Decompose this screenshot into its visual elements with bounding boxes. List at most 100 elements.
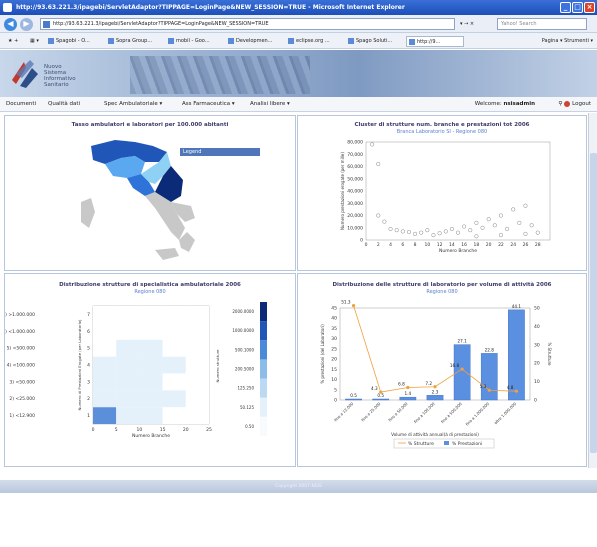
heatmap-cell	[162, 306, 186, 323]
combo-title: Distribuzione delle strutture di laborat…	[332, 282, 552, 288]
bar-value-label: 0.5	[377, 393, 384, 398]
bar-value-label: 1.4	[405, 391, 412, 396]
address-text: http://93.63.221.3/ipagebi/ServletAdapto…	[53, 21, 269, 27]
menu-spec-ambulatoriale[interactable]: Spec Ambulatoriale ▾	[104, 97, 162, 112]
tab-label: eclipse.org ...	[296, 38, 330, 44]
x-tick-label: 22	[498, 242, 504, 248]
menu-qualita-dati[interactable]: Qualità dati	[48, 97, 80, 112]
y-tick-label: 10	[331, 377, 337, 383]
heatmap-cell	[139, 356, 163, 374]
search-input[interactable]: Yahoo! Search	[497, 18, 587, 30]
tab-list-icon[interactable]: ▦ ▾	[26, 36, 42, 47]
logout-button[interactable]: ⚲ Logout	[558, 97, 591, 112]
browser-tab[interactable]: Spagobi - O...	[46, 36, 104, 47]
refresh-stop-buttons[interactable]: ▾ → ×	[460, 18, 494, 30]
heatmap-title: Distribuzione strutture di specialistica…	[59, 282, 241, 288]
favorites-star-icon[interactable]: ★ +	[4, 36, 21, 47]
heatmap-cell	[139, 322, 163, 340]
scatter-title: Cluster di strutture num. branche e pres…	[354, 122, 530, 128]
maximize-icon[interactable]: □	[572, 2, 583, 13]
y-tick-label: 1	[87, 413, 90, 419]
x-tick-label: 5	[115, 427, 118, 433]
heatmap-cell	[93, 322, 117, 340]
y-tick-label: 4	[87, 363, 90, 369]
browser-tab[interactable]: mobil - Goo...	[166, 36, 224, 47]
line-point	[406, 385, 410, 390]
browser-tab[interactable]: eclipse.org ...	[286, 36, 344, 47]
x-category-label: fino a 500.000	[440, 401, 463, 424]
line-value-label: 6.8	[398, 381, 405, 386]
minimize-icon[interactable]: _	[560, 2, 571, 13]
bar-value-label: 2.3	[432, 389, 439, 394]
heatmap-cell	[116, 373, 140, 391]
x-tick-label: 4	[389, 242, 392, 248]
x-tick-label: 8	[414, 242, 417, 248]
heatmap-cell	[162, 407, 186, 424]
heatmap-cell	[116, 407, 140, 424]
welcome-text: Welcome: nsisadmin	[475, 97, 535, 112]
x-tick-label: 2	[377, 242, 380, 248]
bar-prestazioni	[399, 396, 417, 401]
tab-label: mobil - Goo...	[176, 38, 210, 44]
nsis-logo-icon	[12, 60, 38, 88]
heatmap-cell	[116, 390, 140, 408]
forward-icon[interactable]: ▶	[20, 18, 33, 31]
y2-axis-label: % Strutture	[547, 342, 552, 366]
line-value-label: 4.3	[371, 386, 378, 391]
heatmap-cell	[93, 356, 117, 374]
footer-text: Copyright 2007 NSIS	[275, 484, 322, 489]
y-tick-label: 0	[334, 398, 337, 404]
y2-tick-label: 40	[534, 324, 540, 330]
heatmap-cell	[93, 306, 117, 323]
menu-ass-farmaceutica[interactable]: Ass Farmaceutica ▾	[182, 97, 235, 112]
tab-label: Spago Soluti...	[356, 38, 393, 44]
address-input[interactable]: http://93.63.221.3/ipagebi/ServletAdapto…	[40, 18, 455, 30]
combo-chart: 0 5 10 15 20 25 30 35 40 45 0 10 20 30 40 50 0.5 0.5 1.4 2.…	[320, 300, 552, 449]
back-icon[interactable]: ◀	[4, 18, 17, 31]
legend-prestazioni-label: % Prestazioni	[452, 441, 482, 447]
tab-label: http://9...	[417, 39, 441, 45]
region-sardegna[interactable]	[81, 198, 95, 228]
tab-favicon	[288, 38, 294, 44]
heatmap-cell	[139, 407, 163, 424]
menu-analisi-libere[interactable]: Analisi libere ▾	[250, 97, 290, 112]
browser-tab[interactable]: Spago Soluti...	[346, 36, 404, 47]
scrollbar-thumb[interactable]	[590, 153, 597, 453]
y-tick-label: 0	[360, 238, 363, 244]
y-tick-label: 20	[331, 357, 337, 363]
heatmap-cell	[185, 339, 209, 357]
y-axis-label: Numero prestazioni erogate (per mille)	[340, 152, 345, 230]
brand-line: Sanitario	[44, 82, 69, 88]
tab-favicon	[168, 38, 174, 44]
username: nsisadmin	[503, 101, 535, 107]
legend-swatch	[260, 302, 267, 322]
y-category-label: 1) <12.900	[9, 413, 35, 419]
menu-documenti[interactable]: Documenti	[6, 97, 36, 112]
heatmap-cell	[116, 356, 140, 374]
heatmap-cell	[93, 339, 117, 357]
y-tick-label: 6	[87, 329, 90, 335]
tab-label: Spagobi - O...	[56, 38, 90, 44]
legend-strutture-label: % Strutture	[408, 441, 434, 447]
heatmap-panel: Distribuzione strutture di specialistica…	[4, 273, 296, 467]
heatmap-cell	[185, 306, 209, 323]
heatmap-cell	[185, 407, 209, 424]
page-tools-menu[interactable]: Pagina ▾ Strumenti ▾	[542, 36, 593, 47]
vertical-scrollbar[interactable]	[588, 113, 597, 468]
bar-value-label: 44.1	[512, 304, 522, 309]
line-point	[487, 388, 491, 392]
browser-tab[interactable]: Sopra Group...	[106, 36, 164, 47]
user-icon: ⚲	[558, 101, 563, 107]
browser-tab[interactable]: Developmen...	[226, 36, 284, 47]
y-tick-label: 20,000	[347, 213, 363, 219]
x-tick-label: 15	[160, 427, 166, 433]
browser-tab[interactable]: http://9...	[406, 36, 464, 47]
scatter-subtitle: Branca Laboratorio SI - Regione 080	[396, 129, 488, 135]
legend-swatch	[260, 321, 267, 341]
heatmap-cell	[162, 373, 186, 391]
heatmap-cell	[93, 407, 117, 424]
close-icon[interactable]: ×	[584, 2, 595, 13]
x-tick-label: 18	[474, 242, 480, 248]
y-tick-label: 50,000	[347, 176, 363, 182]
region-sicilia[interactable]	[155, 248, 179, 260]
